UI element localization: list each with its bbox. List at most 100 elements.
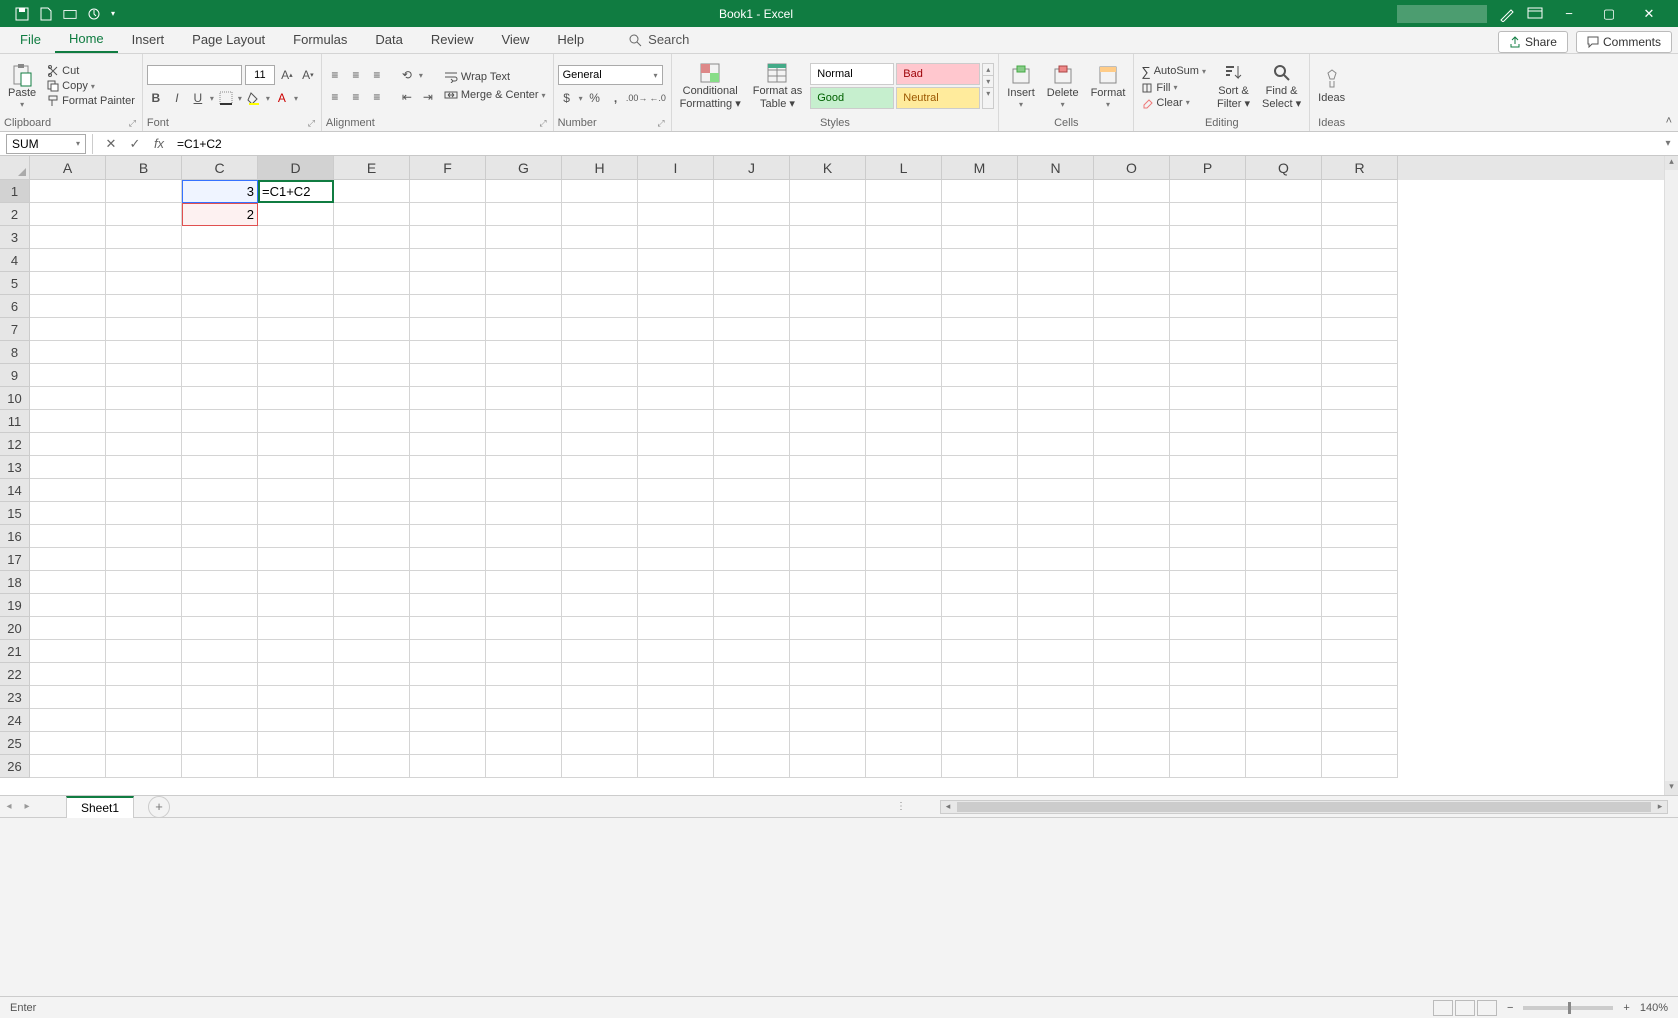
cell-R22[interactable] xyxy=(1322,663,1398,686)
cell-J8[interactable] xyxy=(714,341,790,364)
cell-D8[interactable] xyxy=(258,341,334,364)
cell-A19[interactable] xyxy=(30,594,106,617)
cell-Q18[interactable] xyxy=(1246,571,1322,594)
cell-K13[interactable] xyxy=(790,456,866,479)
cell-D5[interactable] xyxy=(258,272,334,295)
cell-K21[interactable] xyxy=(790,640,866,663)
user-account-badge[interactable] xyxy=(1397,5,1487,23)
font-size-input[interactable] xyxy=(245,65,275,85)
cell-I8[interactable] xyxy=(638,341,714,364)
increase-font-icon[interactable]: A▴ xyxy=(278,66,296,84)
cell-A8[interactable] xyxy=(30,341,106,364)
cell-D3[interactable] xyxy=(258,226,334,249)
cell-A22[interactable] xyxy=(30,663,106,686)
cell-D2[interactable] xyxy=(258,203,334,226)
cell-L26[interactable] xyxy=(866,755,942,778)
cell-H7[interactable] xyxy=(562,318,638,341)
cell-I26[interactable] xyxy=(638,755,714,778)
cell-P14[interactable] xyxy=(1170,479,1246,502)
cell-N2[interactable] xyxy=(1018,203,1094,226)
cell-A14[interactable] xyxy=(30,479,106,502)
cell-H13[interactable] xyxy=(562,456,638,479)
cell-P6[interactable] xyxy=(1170,295,1246,318)
cell-G9[interactable] xyxy=(486,364,562,387)
cell-E15[interactable] xyxy=(334,502,410,525)
cell-C17[interactable] xyxy=(182,548,258,571)
cell-D13[interactable] xyxy=(258,456,334,479)
cell-G12[interactable] xyxy=(486,433,562,456)
cell-E17[interactable] xyxy=(334,548,410,571)
cell-R11[interactable] xyxy=(1322,410,1398,433)
cell-F18[interactable] xyxy=(410,571,486,594)
align-left-icon[interactable]: ≡ xyxy=(326,88,344,106)
cell-L2[interactable] xyxy=(866,203,942,226)
row-header-2[interactable]: 2 xyxy=(0,203,30,226)
cell-O1[interactable] xyxy=(1094,180,1170,203)
cell-G16[interactable] xyxy=(486,525,562,548)
cell-Q1[interactable] xyxy=(1246,180,1322,203)
cell-N10[interactable] xyxy=(1018,387,1094,410)
tab-formulas[interactable]: Formulas xyxy=(279,27,361,52)
cell-B11[interactable] xyxy=(106,410,182,433)
cell-L25[interactable] xyxy=(866,732,942,755)
cell-R17[interactable] xyxy=(1322,548,1398,571)
cell-L17[interactable] xyxy=(866,548,942,571)
cell-R13[interactable] xyxy=(1322,456,1398,479)
cell-M23[interactable] xyxy=(942,686,1018,709)
font-launcher-icon[interactable]: ⤢ xyxy=(308,118,317,129)
cell-A3[interactable] xyxy=(30,226,106,249)
clipboard-launcher-icon[interactable]: ⤢ xyxy=(129,118,138,129)
cell-F3[interactable] xyxy=(410,226,486,249)
cell-F21[interactable] xyxy=(410,640,486,663)
page-layout-view-icon[interactable] xyxy=(1455,1000,1475,1016)
cell-D22[interactable] xyxy=(258,663,334,686)
cell-B12[interactable] xyxy=(106,433,182,456)
cell-I10[interactable] xyxy=(638,387,714,410)
cell-G6[interactable] xyxy=(486,295,562,318)
cell-E5[interactable] xyxy=(334,272,410,295)
cell-I18[interactable] xyxy=(638,571,714,594)
cell-C13[interactable] xyxy=(182,456,258,479)
enter-formula-icon[interactable]: ✓ xyxy=(123,136,147,152)
cell-F22[interactable] xyxy=(410,663,486,686)
cell-M26[interactable] xyxy=(942,755,1018,778)
alignment-launcher-icon[interactable]: ⤢ xyxy=(539,118,548,129)
cell-I25[interactable] xyxy=(638,732,714,755)
maximize-button[interactable]: ▢ xyxy=(1595,6,1623,22)
cell-J1[interactable] xyxy=(714,180,790,203)
cell-Q4[interactable] xyxy=(1246,249,1322,272)
select-all-button[interactable] xyxy=(0,156,30,180)
cell-M22[interactable] xyxy=(942,663,1018,686)
border-button[interactable] xyxy=(217,89,235,107)
tab-file[interactable]: File xyxy=(6,27,55,52)
cell-H25[interactable] xyxy=(562,732,638,755)
row-header-14[interactable]: 14 xyxy=(0,479,30,502)
cell-Q17[interactable] xyxy=(1246,548,1322,571)
cell-R16[interactable] xyxy=(1322,525,1398,548)
cell-I6[interactable] xyxy=(638,295,714,318)
zoom-out-icon[interactable]: − xyxy=(1507,1002,1513,1014)
orientation-icon[interactable]: ⟲ xyxy=(398,66,416,84)
cell-E19[interactable] xyxy=(334,594,410,617)
horizontal-scrollbar[interactable]: ◂ ▸ xyxy=(940,800,1668,814)
col-header-R[interactable]: R xyxy=(1322,156,1398,180)
cell-O15[interactable] xyxy=(1094,502,1170,525)
col-header-Q[interactable]: Q xyxy=(1246,156,1322,180)
cell-F1[interactable] xyxy=(410,180,486,203)
cell-C22[interactable] xyxy=(182,663,258,686)
cell-M3[interactable] xyxy=(942,226,1018,249)
col-header-I[interactable]: I xyxy=(638,156,714,180)
cell-P25[interactable] xyxy=(1170,732,1246,755)
cell-K12[interactable] xyxy=(790,433,866,456)
cell-F26[interactable] xyxy=(410,755,486,778)
cell-C15[interactable] xyxy=(182,502,258,525)
cell-L23[interactable] xyxy=(866,686,942,709)
sheet-tab-sheet1[interactable]: Sheet1 xyxy=(66,796,134,818)
underline-button[interactable]: U xyxy=(189,89,207,107)
cell-H14[interactable] xyxy=(562,479,638,502)
cell-N21[interactable] xyxy=(1018,640,1094,663)
cell-P20[interactable] xyxy=(1170,617,1246,640)
cell-H26[interactable] xyxy=(562,755,638,778)
cell-J10[interactable] xyxy=(714,387,790,410)
row-header-25[interactable]: 25 xyxy=(0,732,30,755)
